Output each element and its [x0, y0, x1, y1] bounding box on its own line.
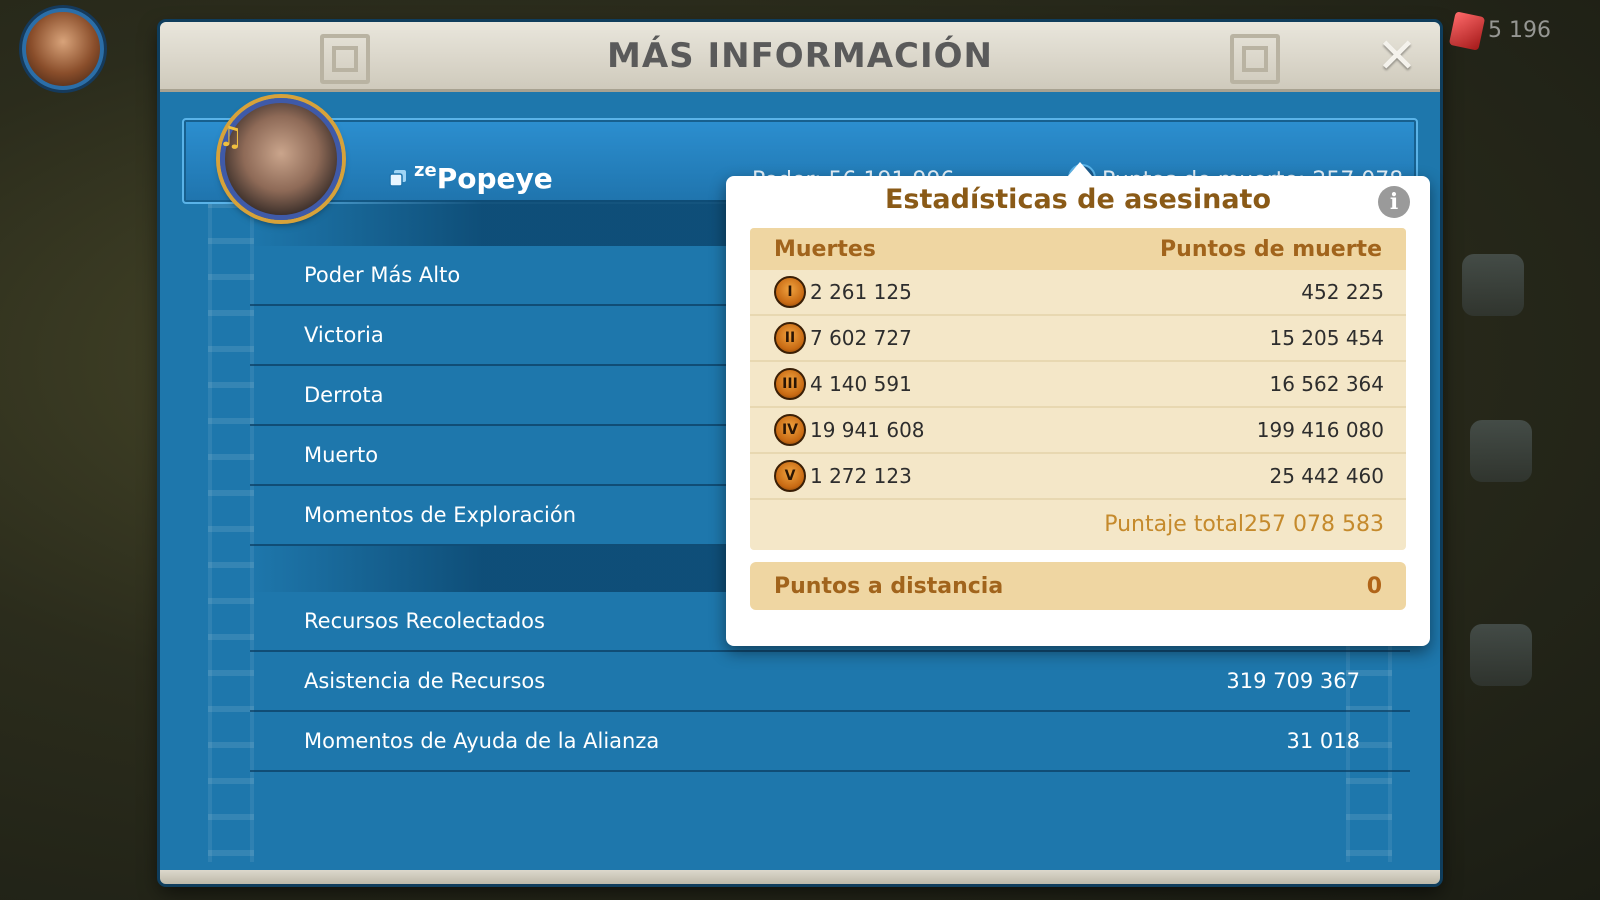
window-title: MÁS INFORMACIÓN [607, 36, 993, 76]
player-name: zePopeye [414, 160, 553, 195]
kill-row-tier-5: V1 272 123 25 442 460 [750, 454, 1406, 500]
stat-value: 31 018 [1286, 729, 1360, 753]
player-profile-avatar[interactable] [22, 8, 104, 90]
kill-count: 7 602 727 [810, 326, 912, 350]
ranged-points-bar: Puntos a distancia 0 [750, 562, 1406, 610]
ranged-points-value: 0 [1366, 573, 1382, 599]
tier-badge-icon: II [774, 322, 806, 354]
window-header: MÁS INFORMACIÓN ✕ [160, 22, 1440, 92]
side-menu-button[interactable] [1470, 624, 1532, 686]
column-header-kills: Muertes [774, 236, 876, 262]
tier-badge-icon: III [774, 368, 806, 400]
kill-points: 25 442 460 [1269, 464, 1384, 488]
popup-title: Estadísticas de asesinato [884, 184, 1271, 215]
kill-stats-popup: Estadísticas de asesinato i Muertes Punt… [726, 176, 1430, 646]
side-menu-button[interactable] [1470, 420, 1532, 482]
kill-points: 15 205 454 [1269, 326, 1384, 350]
tier-badge-icon: I [774, 276, 806, 308]
stat-label: Momentos de Ayuda de la Alianza [304, 729, 660, 753]
kill-count: 2 261 125 [810, 280, 912, 304]
side-menu-button[interactable] [1462, 254, 1524, 316]
stat-label: Derrota [304, 383, 384, 407]
copy-icon[interactable] [388, 168, 408, 188]
gem-count: 5 196 [1488, 18, 1551, 43]
stat-row-resource-assistance: Asistencia de Recursos 319 709 367 [250, 652, 1410, 712]
info-icon[interactable]: i [1378, 186, 1410, 218]
kill-table-header: Muertes Puntos de muerte [750, 228, 1406, 270]
stat-value: 319 709 367 [1226, 669, 1360, 693]
kill-count: 1 272 123 [810, 464, 912, 488]
stat-label: Victoria [304, 323, 384, 347]
stat-label: Recursos Recolectados [304, 609, 545, 633]
music-note-icon: ♫ [218, 120, 244, 153]
stat-label: Poder Más Alto [304, 263, 461, 287]
window-footer [160, 870, 1440, 884]
stat-label: Asistencia de Recursos [304, 669, 546, 693]
player-name-text: Popeye [436, 162, 553, 195]
greek-border-decoration [208, 202, 254, 862]
close-button[interactable]: ✕ [1374, 32, 1420, 80]
kill-points: 16 562 364 [1269, 372, 1384, 396]
stat-label: Muerto [304, 443, 379, 467]
alliance-tag: ze [414, 160, 437, 181]
player-avatar [220, 98, 342, 220]
stat-label: Momentos de Exploración [304, 503, 577, 527]
stat-row-alliance-help: Momentos de Ayuda de la Alianza 31 018 [250, 712, 1410, 772]
kill-points: 452 225 [1301, 280, 1384, 304]
kill-points: 199 416 080 [1256, 418, 1384, 442]
tier-badge-icon: IV [774, 414, 806, 446]
kill-total-score: Puntaje total257 078 583 [1104, 511, 1384, 537]
kill-row-tier-1: I2 261 125 452 225 [750, 270, 1406, 316]
ranged-points-label: Puntos a distancia [774, 573, 1004, 599]
kill-row-tier-4: IV 19 941 608 199 416 080 [750, 408, 1406, 454]
kill-count: 19 941 608 [810, 418, 925, 442]
kill-stats-table: Muertes Puntos de muerte I2 261 125 452 … [750, 228, 1406, 550]
kill-row-tier-3: III 4 140 591 16 562 364 [750, 362, 1406, 408]
gem-icon [1448, 11, 1486, 51]
popup-pointer [1068, 162, 1092, 176]
tier-badge-icon: V [774, 460, 806, 492]
kill-count: 4 140 591 [810, 372, 912, 396]
column-header-kill-points: Puntos de muerte [1160, 236, 1382, 262]
kill-row-tier-2: II 7 602 727 15 205 454 [750, 316, 1406, 362]
